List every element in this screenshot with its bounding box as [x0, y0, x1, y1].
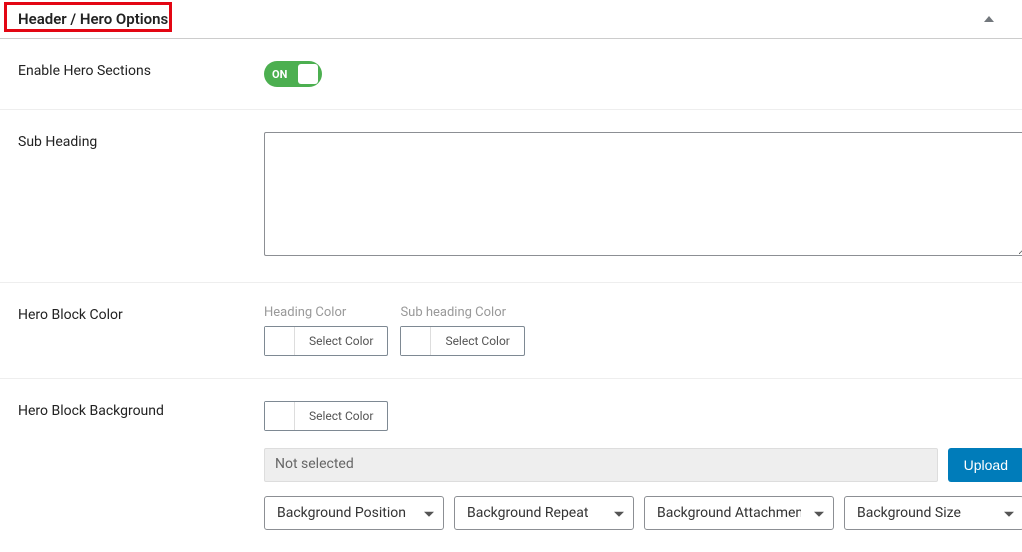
bg-attachment-select[interactable]: Background Attachment [644, 496, 834, 530]
subheading-color-sublabel: Sub heading Color [400, 305, 524, 320]
toggle-knob [298, 64, 318, 84]
sub-heading-input[interactable] [264, 132, 1022, 256]
subheading-color-text: Select Color [431, 327, 523, 355]
subheading-color-swatch [401, 327, 431, 355]
enable-hero-row: Enable Hero Sections ON [0, 39, 1022, 110]
bg-color-text: Select Color [295, 402, 387, 430]
panel-title: Header / Hero Options [18, 10, 168, 28]
bg-color-swatch [265, 402, 295, 430]
hero-block-color-row: Hero Block Color Heading Color Select Co… [0, 283, 1022, 379]
sub-heading-label: Sub Heading [18, 132, 264, 150]
heading-color-sublabel: Heading Color [264, 305, 388, 320]
bg-size-select[interactable]: Background Size [844, 496, 1022, 530]
upload-button[interactable]: Upload [948, 448, 1022, 482]
panel-header[interactable]: Header / Hero Options [0, 0, 1022, 39]
hero-block-color-label: Hero Block Color [18, 305, 264, 323]
heading-color-picker[interactable]: Select Color [264, 326, 388, 356]
heading-color-swatch [265, 327, 295, 355]
hero-block-background-label: Hero Block Background [18, 401, 264, 419]
hero-block-background-row: Hero Block Background Select Color Not s… [0, 379, 1022, 552]
toggle-on-label: ON [272, 68, 287, 81]
heading-color-text: Select Color [295, 327, 387, 355]
bg-position-select[interactable]: Background Position [264, 496, 444, 530]
chevron-up-icon [984, 16, 994, 22]
bg-file-display: Not selected [264, 448, 938, 482]
enable-hero-label: Enable Hero Sections [18, 61, 264, 79]
sub-heading-row: Sub Heading [0, 110, 1022, 283]
enable-hero-toggle[interactable]: ON [264, 61, 322, 87]
bg-color-picker[interactable]: Select Color [264, 401, 388, 431]
bg-repeat-select[interactable]: Background Repeat [454, 496, 634, 530]
subheading-color-picker[interactable]: Select Color [400, 326, 524, 356]
